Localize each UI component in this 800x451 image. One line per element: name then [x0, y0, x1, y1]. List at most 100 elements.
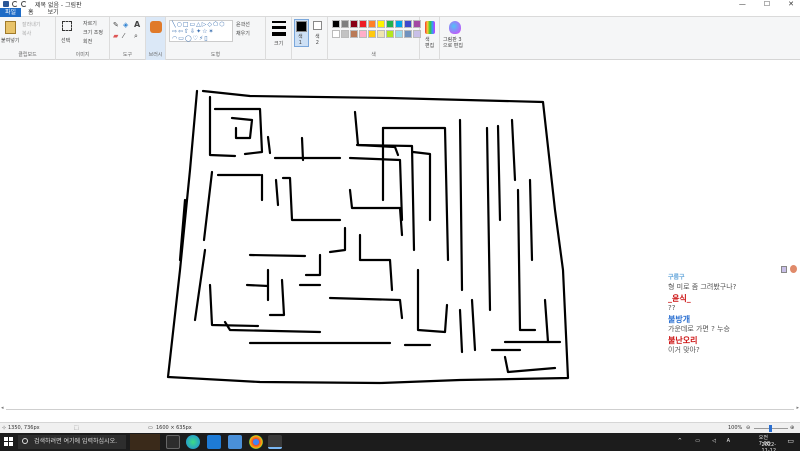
tab-view[interactable]: 보기 [41, 8, 66, 17]
maze-wall [208, 283, 260, 328]
copy-button[interactable]: 복사 [22, 30, 31, 37]
palette-swatch[interactable] [377, 20, 385, 28]
chrome-icon[interactable] [249, 435, 263, 449]
windows-start-icon[interactable] [4, 437, 14, 447]
app-v-icon[interactable] [207, 435, 221, 449]
status-bar: ⊹ 1350, 736px ⬚ ▭ 1600 × 635px 100% ⊖ ⊕ [0, 422, 800, 433]
tab-home[interactable]: 홈 [21, 8, 41, 17]
zoom-out-button[interactable]: ⊖ [746, 425, 750, 431]
palette-swatch[interactable] [332, 20, 340, 28]
zoom-slider-thumb[interactable] [769, 425, 772, 432]
maze-wall [510, 118, 517, 182]
search-icon [22, 438, 28, 444]
palette-swatch[interactable] [368, 30, 376, 38]
palette-swatch[interactable] [341, 30, 349, 38]
paste-icon[interactable] [5, 21, 16, 34]
maximize-button[interactable]: ☐ [764, 0, 770, 8]
select-icon[interactable] [62, 21, 72, 31]
outline-button[interactable]: 윤곽선 [236, 21, 250, 28]
palette-swatch[interactable] [350, 30, 358, 38]
chat-text: ?? [668, 304, 676, 312]
crop-button[interactable]: 자르기 [83, 20, 97, 27]
color2-label: 색 2 [315, 34, 320, 46]
ribbon: 붙여넣기 잘라내기 복사 클립보드 선택 자르기 크기 조정 회전 이미지 ✎ … [0, 17, 800, 60]
search-highlight-image [130, 434, 160, 450]
search-placeholder: 검색하려면 여기에 입력하십시오. [34, 438, 118, 445]
paste-button[interactable]: 붙여넣기 [1, 37, 19, 44]
edit-colors-button[interactable]: 색 편집 [425, 37, 434, 49]
palette-swatch[interactable] [395, 20, 403, 28]
clipboard-group: 붙여넣기 잘라내기 복사 클립보드 [0, 17, 56, 60]
maze-wall [355, 143, 416, 252]
chat-message: 구름구 형 미로 좀 그려봤구나? [668, 273, 798, 292]
maze-wall [470, 298, 477, 352]
drawing-canvas[interactable] [0, 60, 800, 411]
cut-button[interactable]: 잘라내기 [22, 21, 40, 28]
palette-swatch[interactable] [395, 30, 403, 38]
edge-icon[interactable] [186, 435, 200, 449]
chat-message: _윤식_ ?? [668, 294, 798, 313]
scroll-left-arrow[interactable]: ◂ [1, 405, 4, 411]
color-picker-icon[interactable]: ⁄ [123, 32, 124, 40]
palette-swatch[interactable] [404, 30, 412, 38]
palette-swatch[interactable] [332, 30, 340, 38]
taskbar-search-input[interactable]: 검색하려면 여기에 입력하십시오. [18, 435, 126, 449]
fill-button[interactable]: 채우기 [236, 30, 250, 37]
palette-swatch[interactable] [404, 20, 412, 28]
palette-swatch[interactable] [377, 30, 385, 38]
magnifier-icon[interactable]: ⌕ [134, 32, 138, 41]
badge-icon [781, 266, 787, 273]
palette-swatch[interactable] [386, 20, 394, 28]
size-line-1 [272, 21, 286, 23]
zoom-in-button[interactable]: ⊕ [790, 425, 794, 431]
input-language[interactable]: A [727, 438, 730, 444]
maze-wall [248, 253, 307, 258]
paint3d-button[interactable]: 그림판 3 으로 편집 [443, 37, 463, 49]
paint-taskbar-icon[interactable] [268, 435, 282, 449]
brushes-group[interactable]: 브러시 [146, 17, 166, 60]
close-button[interactable]: ✕ [788, 0, 794, 8]
size-button[interactable]: 크기 [274, 40, 283, 47]
size-line-2 [272, 26, 286, 29]
network-icon[interactable]: ▭ [695, 438, 700, 444]
palette-swatch[interactable] [386, 30, 394, 38]
undo-icon[interactable] [12, 1, 18, 7]
horizontal-scrollbar[interactable]: ◂ ▸ [0, 405, 800, 412]
paint3d-icon[interactable] [449, 21, 461, 34]
fill-icon[interactable]: ◈ [123, 21, 128, 29]
brushes-label: 브러시 [148, 52, 163, 58]
edit-colors-icon[interactable] [425, 21, 435, 34]
color2-swatch[interactable] [313, 21, 322, 30]
save-icon[interactable] [3, 1, 9, 7]
palette-swatch[interactable] [359, 20, 367, 28]
chat-username: 구름구 [668, 274, 685, 281]
brush-icon[interactable] [150, 21, 162, 33]
rotate-button[interactable]: 회전 [83, 38, 92, 45]
maze-wall [208, 95, 237, 158]
maze-wall [266, 135, 272, 155]
store-icon[interactable] [228, 435, 242, 449]
scroll-right-arrow[interactable]: ▸ [796, 405, 799, 411]
palette-swatch[interactable] [359, 30, 367, 38]
task-view-icon[interactable] [166, 435, 180, 449]
shapes-gallery[interactable]: ╲○□▭△▷◇⬠⬡ ⇨⇦⇧⇩✦☆✶ ◠▭◯♡⚡▯ [169, 20, 233, 42]
clock-date[interactable]: 2022-11-12 [761, 442, 776, 451]
select-button[interactable]: 선택 [61, 37, 70, 44]
canvas-workspace[interactable]: 구름구 형 미로 좀 그려봤구나? _윤식_ ?? 불방개 가운데로 가면 ? … [0, 60, 800, 411]
resize-button[interactable]: 크기 조정 [83, 29, 103, 36]
maze-wall [543, 298, 550, 344]
palette-swatch[interactable] [368, 20, 376, 28]
text-icon[interactable]: A [134, 20, 140, 29]
maze-outer-border [166, 89, 570, 385]
palette-swatch[interactable] [341, 20, 349, 28]
notification-icon[interactable]: ▭ [787, 437, 794, 445]
minimize-button[interactable]: — [739, 0, 746, 8]
tools-label: 도구 [122, 52, 133, 58]
eraser-icon[interactable]: ▰ [113, 32, 118, 40]
redo-icon[interactable] [21, 1, 27, 7]
pencil-icon[interactable]: ✎ [113, 21, 119, 29]
tray-overflow-icon[interactable]: ^ [678, 438, 682, 444]
tab-file[interactable]: 파일 [0, 7, 22, 17]
volume-icon[interactable]: ◁ [712, 438, 716, 444]
palette-swatch[interactable] [350, 20, 358, 28]
